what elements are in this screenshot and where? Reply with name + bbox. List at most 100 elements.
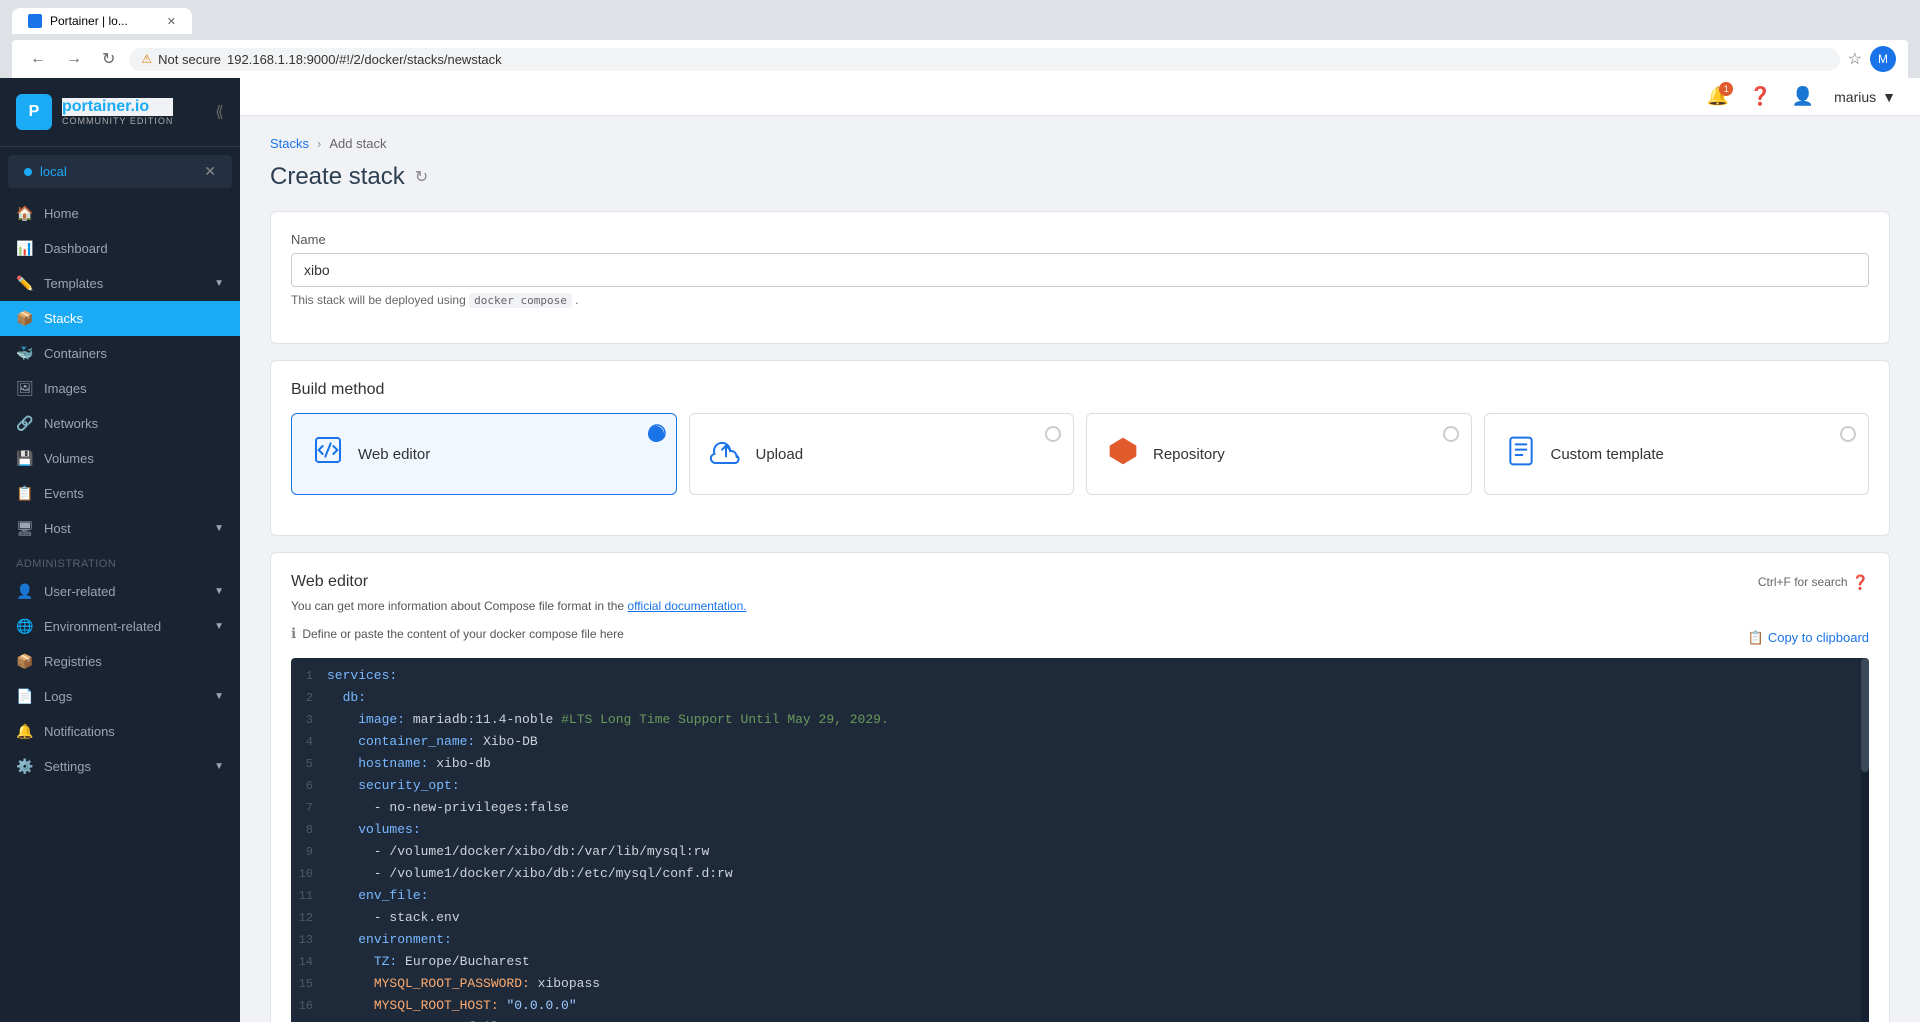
- refresh-icon[interactable]: ↻: [415, 167, 428, 187]
- sidebar-item-label: Volumes: [44, 451, 94, 466]
- build-method-web-editor[interactable]: Web editor: [291, 413, 677, 495]
- sidebar-logo: P portainer.io COMMUNITY EDITION ⟪: [0, 78, 240, 147]
- code-line-8: 8 volumes:: [291, 820, 1869, 842]
- content-area: Stacks › Add stack Create stack ↻ Name: [240, 116, 1920, 1022]
- code-lines: 1 services: 2 db: 3 image: mariadb:11.4-…: [291, 658, 1869, 1022]
- editor-hint: You can get more information about Compo…: [291, 599, 1869, 613]
- repository-radio[interactable]: [1443, 426, 1459, 442]
- sidebar-item-logs[interactable]: 📄 Logs ▼: [0, 679, 240, 714]
- sidebar-item-home[interactable]: 🏠 Home: [0, 196, 240, 231]
- question-icon: ❓: [1852, 574, 1869, 591]
- reload-button[interactable]: ↻: [96, 47, 121, 71]
- code-line-13: 13 environment:: [291, 930, 1869, 952]
- help-icon[interactable]: ❓: [1749, 86, 1771, 107]
- username: marius: [1834, 89, 1876, 105]
- upload-radio[interactable]: [1045, 426, 1061, 442]
- forward-button[interactable]: →: [60, 48, 88, 70]
- tab-favicon: [28, 14, 42, 28]
- sidebar-item-events[interactable]: 📋 Events: [0, 476, 240, 511]
- build-method-upload[interactable]: Upload: [689, 413, 1075, 495]
- build-methods-container: Web editor: [291, 413, 1869, 495]
- images-icon: 🖼: [16, 380, 34, 397]
- sidebar-item-registries[interactable]: 📦 Registries: [0, 644, 240, 679]
- custom-template-radio[interactable]: [1840, 426, 1856, 442]
- breadcrumb-parent[interactable]: Stacks: [270, 136, 309, 151]
- build-method-title: Build method: [291, 381, 1869, 399]
- sidebar-item-label: Registries: [44, 654, 102, 669]
- containers-icon: 🐳: [16, 345, 34, 362]
- address-bar[interactable]: ⚠ Not secure 192.168.1.18:9000/#!/2/dock…: [129, 48, 1839, 71]
- editor-scrollbar-thumb[interactable]: [1861, 658, 1869, 772]
- code-line-4: 4 container_name: Xibo-DB: [291, 732, 1869, 754]
- sidebar-item-label: Networks: [44, 416, 98, 431]
- sidebar-collapse-button[interactable]: ⟪: [215, 102, 224, 122]
- logo-main: portainer.io: [62, 98, 173, 116]
- editor-define-text: ℹ Define or paste the content of your do…: [291, 625, 624, 642]
- sidebar-item-label: Settings: [44, 759, 91, 774]
- stack-name-input[interactable]: [291, 253, 1869, 287]
- host-icon: 🖥: [16, 520, 34, 537]
- code-line-17: 17 restart: on-failure:5: [291, 1018, 1869, 1022]
- name-card: Name This stack will be deployed using d…: [270, 211, 1890, 344]
- chevron-down-icon: ▼: [214, 691, 224, 702]
- back-button[interactable]: ←: [24, 48, 52, 70]
- security-icon: ⚠: [141, 52, 152, 66]
- sidebar-item-volumes[interactable]: 💾 Volumes: [0, 441, 240, 476]
- name-card-body: Name This stack will be deployed using d…: [271, 212, 1889, 343]
- sidebar: P portainer.io COMMUNITY EDITION ⟪ local…: [0, 78, 240, 1022]
- name-form-group: Name This stack will be deployed using d…: [291, 232, 1869, 307]
- user-icon: 👤: [1792, 86, 1814, 107]
- breadcrumb-current: Add stack: [329, 136, 386, 151]
- user-menu[interactable]: marius ▼: [1834, 89, 1896, 105]
- build-method-custom-template[interactable]: Custom template: [1484, 413, 1870, 495]
- logo: P portainer.io COMMUNITY EDITION: [16, 94, 173, 130]
- sidebar-item-containers[interactable]: 🐳 Containers: [0, 336, 240, 371]
- ctrl-hint: Ctrl+F for search ❓: [1758, 574, 1869, 591]
- sidebar-item-environment-related[interactable]: 🌐 Environment-related ▼: [0, 609, 240, 644]
- build-method-repository[interactable]: Repository: [1086, 413, 1472, 495]
- sidebar-item-label: Containers: [44, 346, 107, 361]
- sidebar-item-label: Stacks: [44, 311, 83, 326]
- name-label: Name: [291, 232, 1869, 247]
- bookmark-icon[interactable]: ☆: [1848, 49, 1862, 69]
- sidebar-item-label: Images: [44, 381, 87, 396]
- official-docs-link[interactable]: official documentation.: [627, 599, 746, 613]
- browser-profile[interactable]: M: [1870, 46, 1896, 72]
- editor-section-title: Web editor: [291, 573, 368, 591]
- home-icon: 🏠: [16, 205, 34, 222]
- code-editor[interactable]: 1 services: 2 db: 3 image: mariadb:11.4-…: [291, 658, 1869, 1022]
- code-line-7: 7 - no-new-privileges:false: [291, 798, 1869, 820]
- sidebar-item-user-related[interactable]: 👤 User-related ▼: [0, 574, 240, 609]
- form-hint: This stack will be deployed using docker…: [291, 293, 1869, 307]
- sidebar-item-images[interactable]: 🖼 Images: [0, 371, 240, 406]
- sidebar-item-notifications[interactable]: 🔔 Notifications: [0, 714, 240, 749]
- sidebar-item-host[interactable]: 🖥 Host ▼: [0, 511, 240, 546]
- main-content: 🔔 1 ❓ 👤 marius ▼ Stacks › Add stack Crea…: [240, 78, 1920, 1022]
- sidebar-item-dashboard[interactable]: 📊 Dashboard: [0, 231, 240, 266]
- active-tab[interactable]: Portainer | lo... ✕: [12, 8, 192, 34]
- tab-label: Portainer | lo...: [50, 14, 128, 28]
- app-container: P portainer.io COMMUNITY EDITION ⟪ local…: [0, 78, 1920, 1022]
- sidebar-item-stacks[interactable]: 📦 Stacks: [0, 301, 240, 336]
- code-line-1: 1 services:: [291, 666, 1869, 688]
- build-method-card: Build method Web editor: [270, 360, 1890, 536]
- environment-selector[interactable]: local ✕: [8, 155, 232, 188]
- sidebar-item-settings[interactable]: ⚙️ Settings ▼: [0, 749, 240, 784]
- notifications-button[interactable]: 🔔 1: [1707, 86, 1729, 107]
- code-line-10: 10 - /volume1/docker/xibo/db:/etc/mysql/…: [291, 864, 1869, 886]
- dashboard-icon: 📊: [16, 240, 34, 257]
- tab-close-button[interactable]: ✕: [167, 15, 176, 28]
- sidebar-item-templates[interactable]: ✏️ Templates ▼: [0, 266, 240, 301]
- sidebar-item-label: Events: [44, 486, 84, 501]
- copy-to-clipboard-button[interactable]: 📋 Copy to clipboard: [1748, 630, 1869, 646]
- editor-scrollbar[interactable]: [1861, 658, 1869, 1022]
- web-editor-icon: [312, 434, 344, 474]
- sidebar-item-label: User-related: [44, 584, 116, 599]
- address-text: 192.168.1.18:9000/#!/2/docker/stacks/new…: [227, 52, 502, 67]
- chevron-down-icon: ▼: [214, 278, 224, 289]
- env-close-button[interactable]: ✕: [204, 163, 216, 180]
- security-label: Not secure: [158, 52, 221, 67]
- events-icon: 📋: [16, 485, 34, 502]
- code-line-12: 12 - stack.env: [291, 908, 1869, 930]
- sidebar-item-networks[interactable]: 🔗 Networks: [0, 406, 240, 441]
